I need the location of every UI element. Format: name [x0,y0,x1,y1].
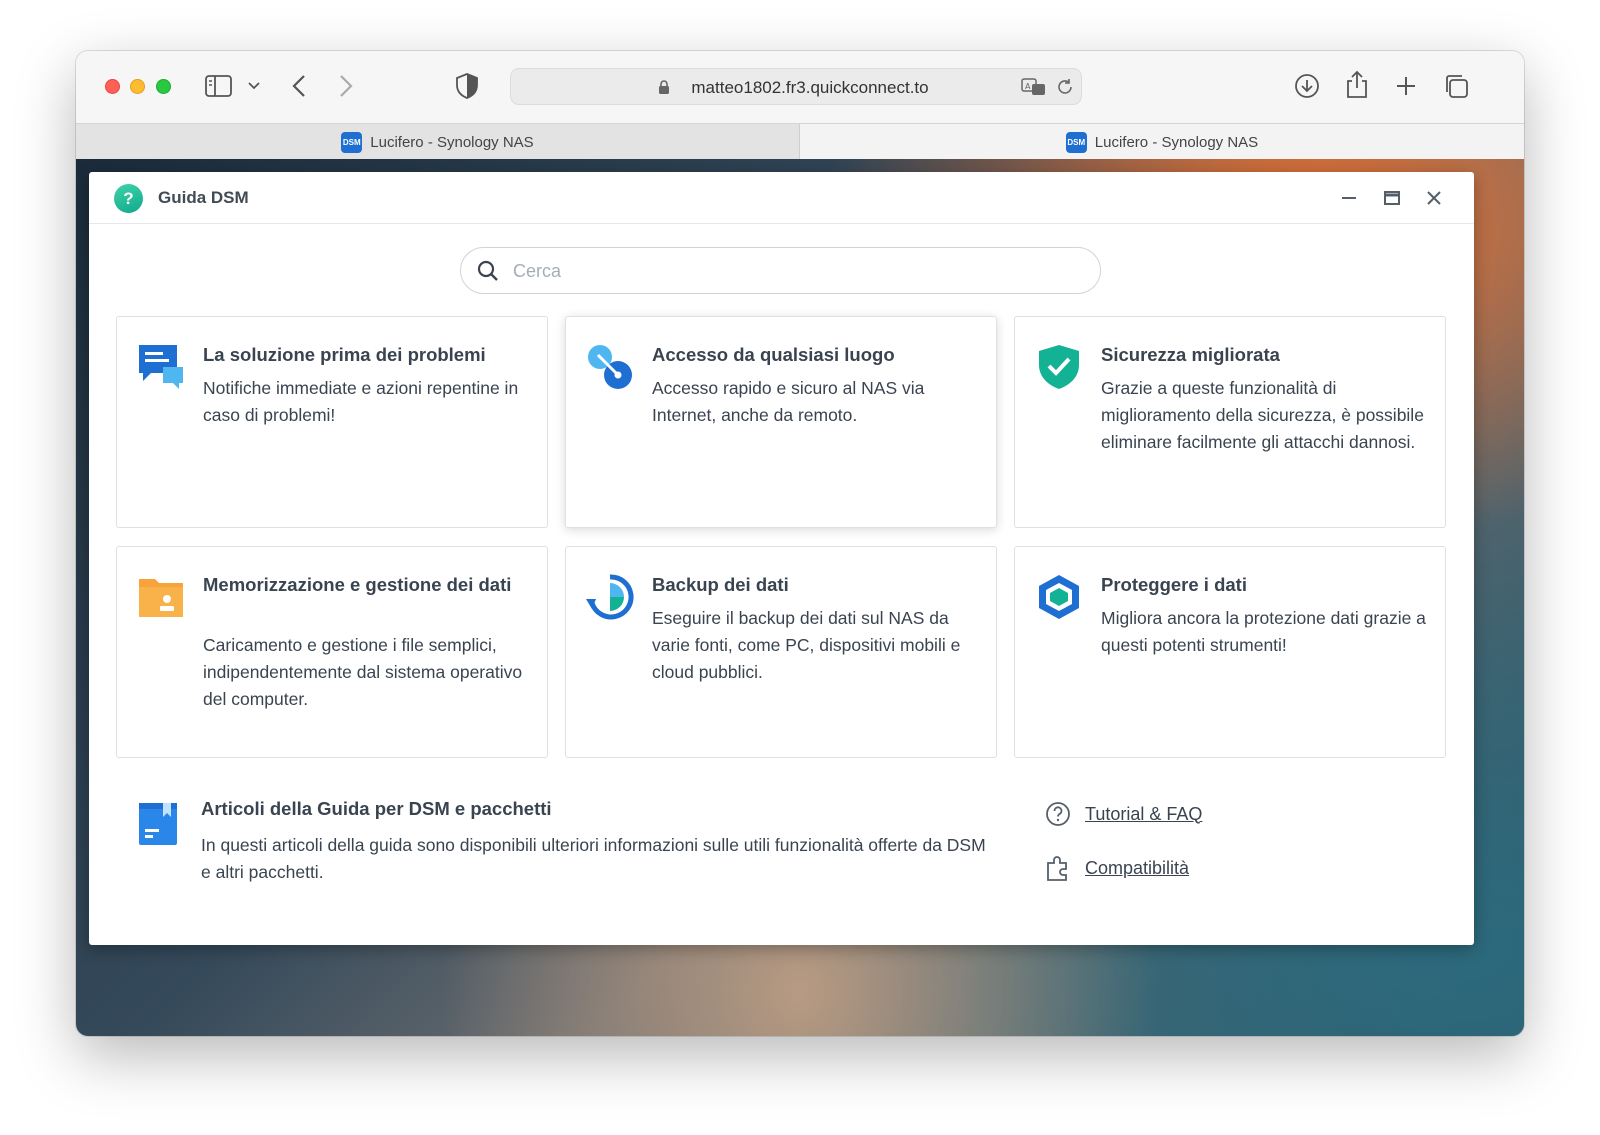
card-title: Backup dei dati [652,574,789,595]
card-title: Sicurezza migliorata [1101,344,1280,365]
search-icon [477,260,498,281]
card-description: Caricamento e gestione i file semplici, … [203,635,523,709]
minimize-window-button[interactable] [130,79,145,94]
hexagon-shield-icon [1039,575,1079,619]
shield-check-icon [1039,345,1079,389]
search-box[interactable] [460,247,1101,294]
back-arrow-icon[interactable] [291,74,307,98]
close-icon [1427,191,1441,205]
maximize-icon [1384,191,1400,205]
card-data-protection[interactable]: Proteggere i dati Migliora ancora la pro… [1014,546,1446,758]
chat-notification-icon [139,345,183,389]
close-button[interactable] [1422,186,1446,210]
card-title: Accesso da qualsiasi luogo [652,344,895,365]
card-title: Memorizzazione e gestione dei dati [203,574,512,595]
card-backup[interactable]: Backup dei dati Eseguire il backup dei d… [565,546,997,758]
guide-book-icon [139,803,177,845]
window-title: Guida DSM [158,188,249,207]
new-tab-icon[interactable] [1395,75,1417,97]
close-window-button[interactable] [105,79,120,94]
articles-description: In questi articoli della guida sono disp… [201,835,986,882]
tab-title: Lucifero - Synology NAS [1094,133,1259,151]
search-input[interactable] [513,256,1073,286]
translate-icon[interactable]: A [1021,77,1047,97]
help-question-icon: ? [114,184,143,213]
minimize-button[interactable] [1337,186,1361,210]
window-header: ? Guida DSM [89,172,1474,224]
browser-tab-1[interactable]: DSM Lucifero - Synology NAS [76,124,800,160]
card-description: Accesso rapido e sicuro al NAS via Inter… [652,378,925,425]
share-icon[interactable] [1346,70,1368,99]
downloads-icon[interactable] [1294,73,1320,99]
tab-bar: DSM Lucifero - Synology NAS DSM Lucifero… [76,123,1524,160]
link-label[interactable]: Compatibilità [1085,858,1189,879]
compatibility-link[interactable]: Compatibilità [1045,854,1189,882]
tutorial-faq-link[interactable]: Tutorial & FAQ [1045,801,1202,827]
card-remote-access[interactable]: Accesso da qualsiasi luogo Accesso rapid… [565,316,997,528]
dsm-favicon-icon: DSM [341,131,363,153]
maximize-button[interactable] [1380,186,1404,210]
question-circle-icon [1046,802,1070,826]
backup-icon [586,574,634,620]
browser-tab-2[interactable]: DSM Lucifero - Synology NAS [800,124,1524,160]
privacy-shield-icon[interactable] [456,73,478,99]
remote-access-icon [588,345,632,389]
card-security[interactable]: Sicurezza migliorata Grazie a queste fun… [1014,316,1446,528]
card-title: La soluzione prima dei problemi [203,344,486,365]
card-description: Notifiche immediate e azioni repentine i… [203,378,519,425]
folder-user-icon [139,579,183,617]
card-storage[interactable]: Memorizzazione e gestione dei dati Caric… [116,546,548,758]
card-title: Proteggere i dati [1101,574,1247,595]
card-description: Grazie a queste funzionalità di migliora… [1101,378,1424,452]
reload-icon[interactable] [1056,78,1074,96]
chevron-down-icon[interactable] [248,81,260,91]
dsm-favicon-icon: DSM [1065,131,1087,153]
card-description: Eseguire il backup dei dati sul NAS da v… [652,608,961,682]
address-bar[interactable]: matteo1802.fr3.quickconnect.to A [510,68,1082,105]
forward-arrow-icon[interactable] [338,74,354,98]
url-text: matteo1802.fr3.quickconnect.to [691,78,929,97]
articles-title: Articoli della Guida per DSM e pacchetti [201,798,552,819]
zoom-window-button[interactable] [156,79,171,94]
help-window: ? Guida DSM La soluzione prima dei probl… [89,172,1474,945]
browser-toolbar: matteo1802.fr3.quickconnect.to A [76,51,1524,123]
minimize-icon [1342,197,1356,199]
sidebar-toggle-icon[interactable] [205,75,232,97]
svg-text:A: A [1025,82,1031,91]
card-troubleshooting[interactable]: La soluzione prima dei problemi Notifich… [116,316,548,528]
puzzle-icon [1047,856,1067,881]
card-description: Migliora ancora la protezione dati grazi… [1101,608,1426,655]
tab-title: Lucifero - Synology NAS [370,133,534,151]
tab-overview-icon[interactable] [1443,73,1469,99]
link-label[interactable]: Tutorial & FAQ [1085,804,1202,825]
